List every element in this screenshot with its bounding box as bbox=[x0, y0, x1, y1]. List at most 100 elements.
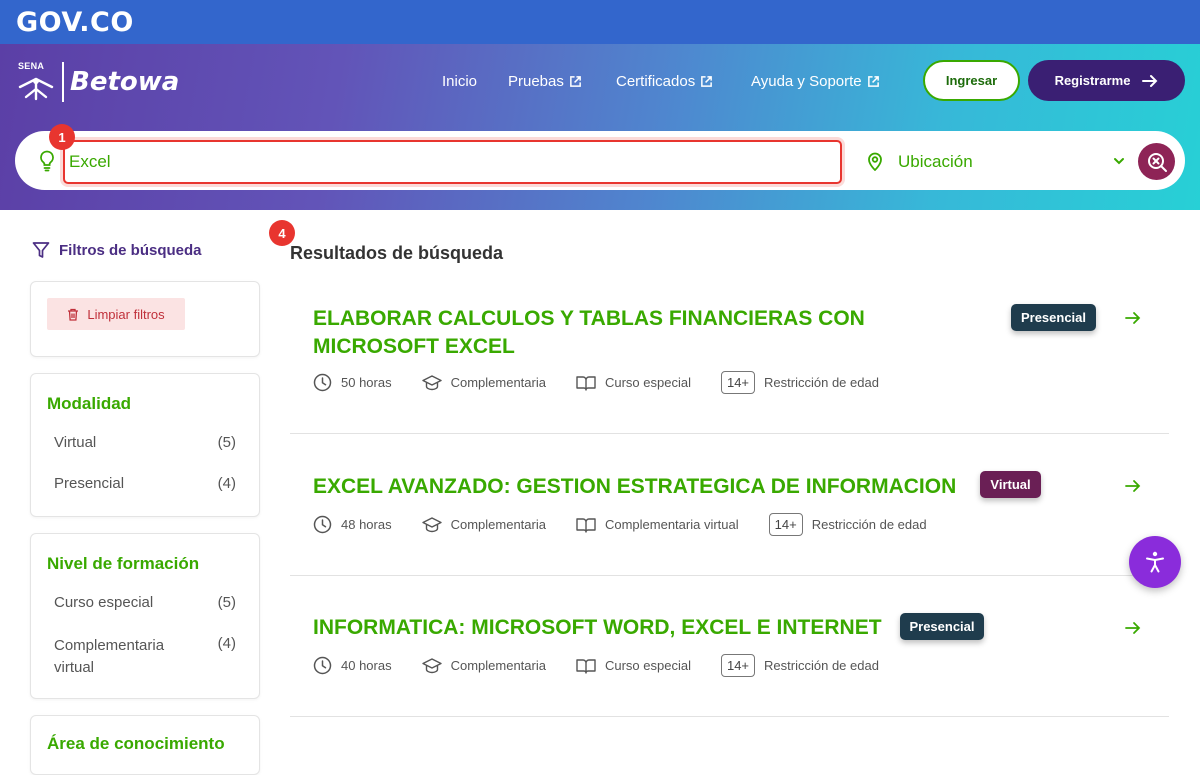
arrow-right-icon bbox=[1142, 74, 1158, 87]
meta-text: 48 horas bbox=[341, 517, 392, 532]
external-link-icon bbox=[569, 76, 581, 87]
filter-count: (4) bbox=[217, 635, 236, 652]
external-link-icon bbox=[867, 76, 879, 87]
filter-group-nivel-formacion: Nivel de formación Curso especial (5) Co… bbox=[30, 533, 260, 699]
nav-ayuda-soporte[interactable]: Ayuda y Soporte bbox=[751, 73, 880, 90]
filter-option-presencial[interactable]: Presencial bbox=[54, 475, 124, 492]
meta-age: 14+ Restricción de edad bbox=[720, 371, 879, 394]
graduation-cap-icon bbox=[421, 374, 442, 390]
open-book-icon bbox=[576, 517, 596, 533]
register-button[interactable]: Registrarme bbox=[1028, 60, 1185, 101]
step-marker-1: 1 bbox=[49, 124, 75, 150]
external-link-icon bbox=[701, 76, 713, 87]
meta-type: Complementaria bbox=[421, 657, 546, 674]
nav-label: Ayuda y Soporte bbox=[751, 73, 862, 90]
trash-icon bbox=[68, 308, 79, 321]
accessibility-button[interactable] bbox=[1129, 536, 1181, 588]
filter-group-title: Nivel de formación bbox=[47, 554, 200, 573]
meta-age: 14+ Restricción de edad bbox=[720, 654, 879, 677]
results-title: Resultados de búsqueda bbox=[290, 243, 504, 263]
meta-program: Curso especial bbox=[576, 658, 691, 674]
nav-label: Certificados bbox=[616, 73, 696, 90]
meta-text: Restricción de edad bbox=[764, 658, 879, 673]
meta-text: 40 horas bbox=[341, 658, 392, 673]
clock-icon bbox=[313, 515, 332, 534]
meta-duration: 50 horas bbox=[313, 373, 392, 392]
result-item[interactable]: ELABORAR CALCULOS Y TABLAS FINANCIERAS C… bbox=[290, 285, 1169, 434]
arrow-right-icon[interactable] bbox=[1125, 310, 1141, 326]
meta-text: 50 horas bbox=[341, 375, 392, 390]
result-meta: 40 horas Complementaria Curso especial 1… bbox=[313, 654, 909, 677]
modality-badge: Presencial bbox=[900, 613, 984, 640]
filters-title-label: Filtros de búsqueda bbox=[59, 241, 202, 259]
meta-type: Complementaria bbox=[421, 374, 546, 391]
nav-inicio[interactable]: Inicio bbox=[442, 73, 477, 90]
filter-count: (5) bbox=[217, 594, 236, 611]
result-item[interactable]: EXCEL AVANZADO: GESTION ESTRATEGICA DE I… bbox=[290, 434, 1169, 576]
clock-icon bbox=[313, 656, 332, 675]
clear-search-button[interactable] bbox=[1138, 143, 1175, 180]
graduation-cap-icon bbox=[421, 516, 442, 532]
filter-group-title: Área de conocimiento bbox=[47, 734, 225, 753]
open-book-icon bbox=[576, 375, 596, 391]
lightbulb-icon bbox=[40, 150, 54, 172]
meta-text: Complementaria bbox=[450, 517, 546, 532]
funnel-icon bbox=[32, 242, 50, 258]
result-title[interactable]: INFORMATICA: MICROSOFT WORD, EXCEL E INT… bbox=[313, 614, 913, 642]
filter-group-area-conocimiento: Área de conocimiento bbox=[30, 715, 260, 775]
meta-age: 14+ Restricción de edad bbox=[768, 513, 927, 536]
filter-group-modalidad: Modalidad Virtual (5) Presencial (4) bbox=[30, 373, 260, 517]
register-label: Registrarme bbox=[1054, 73, 1131, 88]
search-input-value: Excel bbox=[69, 152, 111, 171]
accessibility-icon bbox=[1146, 551, 1164, 573]
filter-group-title: Modalidad bbox=[47, 394, 132, 413]
gov-bar: GOV.CO bbox=[0, 0, 1200, 44]
meta-duration: 48 horas bbox=[313, 515, 392, 534]
gov-co-logo[interactable]: GOV.CO bbox=[16, 5, 134, 39]
brand-name: Betowa bbox=[70, 67, 180, 97]
brand-logo[interactable]: SENA Betowa bbox=[16, 58, 179, 106]
meta-duration: 40 horas bbox=[313, 656, 392, 675]
filters-title: Filtros de búsqueda bbox=[32, 241, 202, 259]
clear-filters-button[interactable]: Limpiar filtros bbox=[47, 298, 185, 330]
clock-icon bbox=[313, 373, 332, 392]
nav-label: Pruebas bbox=[508, 73, 564, 90]
graduation-cap-icon bbox=[421, 657, 442, 673]
arrow-right-icon[interactable] bbox=[1125, 478, 1141, 494]
meta-text: Complementaria bbox=[450, 375, 546, 390]
filter-count: (5) bbox=[217, 434, 236, 451]
chevron-down-icon[interactable] bbox=[1112, 154, 1126, 168]
result-item[interactable]: INFORMATICA: MICROSOFT WORD, EXCEL E INT… bbox=[290, 576, 1169, 717]
result-title[interactable]: EXCEL AVANZADO: GESTION ESTRATEGICA DE I… bbox=[313, 473, 993, 501]
meta-program: Curso especial bbox=[576, 375, 691, 391]
brand-separator bbox=[62, 62, 64, 102]
meta-text: Restricción de edad bbox=[764, 375, 879, 390]
search-clear-icon bbox=[1147, 152, 1167, 172]
nav-pruebas[interactable]: Pruebas bbox=[508, 73, 582, 90]
open-book-icon bbox=[576, 658, 596, 674]
filter-option-complementaria-virtual[interactable]: Complementaria virtual bbox=[54, 635, 184, 679]
meta-text: Curso especial bbox=[604, 375, 691, 390]
filter-option-curso-especial[interactable]: Curso especial bbox=[54, 594, 153, 611]
sena-logo-icon: SENA bbox=[16, 59, 54, 105]
search-input[interactable] bbox=[63, 140, 842, 184]
meta-program: Complementaria virtual bbox=[576, 517, 739, 533]
meta-text: Complementaria bbox=[450, 658, 546, 673]
modality-badge: Presencial bbox=[1011, 304, 1096, 331]
clear-filters-card: Limpiar filtros bbox=[30, 281, 260, 357]
meta-text: Complementaria virtual bbox=[604, 517, 739, 532]
meta-text: Restricción de edad bbox=[811, 517, 927, 532]
meta-text: Curso especial bbox=[604, 658, 691, 673]
filter-count: (4) bbox=[217, 475, 236, 492]
meta-type: Complementaria bbox=[421, 516, 546, 533]
arrow-right-icon[interactable] bbox=[1125, 620, 1141, 636]
age-restriction-badge: 14+ bbox=[720, 371, 756, 394]
result-title[interactable]: ELABORAR CALCULOS Y TABLAS FINANCIERAS C… bbox=[313, 305, 913, 361]
clear-filters-label: Limpiar filtros bbox=[87, 306, 165, 322]
age-restriction-badge: 14+ bbox=[720, 654, 756, 677]
location-pin-icon bbox=[868, 152, 882, 171]
login-button[interactable]: Ingresar bbox=[923, 60, 1020, 101]
nav-certificados[interactable]: Certificados bbox=[616, 73, 713, 90]
filter-option-virtual[interactable]: Virtual bbox=[54, 434, 96, 451]
location-select[interactable]: Ubicación bbox=[898, 152, 973, 172]
